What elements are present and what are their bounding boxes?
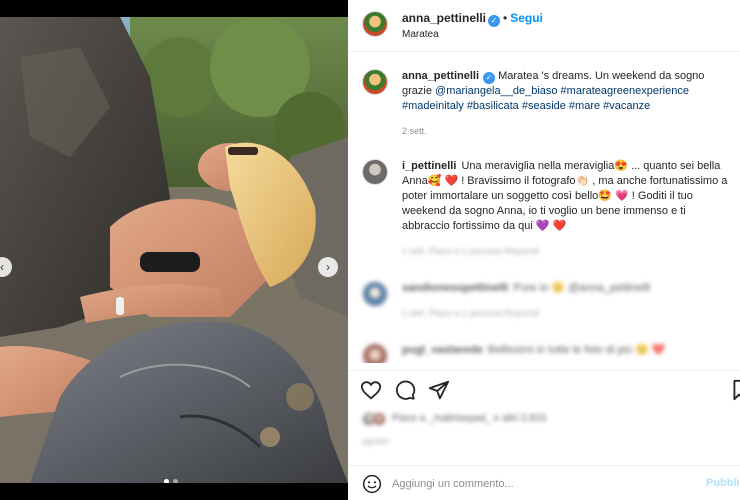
- publish-button[interactable]: Pubblica: [706, 477, 740, 489]
- carousel-indicator: [164, 479, 178, 483]
- author-avatar[interactable]: [362, 69, 388, 95]
- verified-badge-icon: ✓: [488, 15, 501, 27]
- photo-image: [0, 17, 348, 483]
- add-comment-bar: Pubblica: [348, 465, 740, 500]
- heart-icon[interactable]: [360, 379, 382, 401]
- author-username[interactable]: anna_pettinelli: [402, 11, 486, 25]
- commenter-username[interactable]: pugl_vastarede: [402, 344, 483, 356]
- post-photo[interactable]: ‹ ›: [0, 17, 348, 483]
- caption-username[interactable]: anna_pettinelli: [402, 70, 479, 82]
- next-photo-button[interactable]: ›: [318, 257, 338, 277]
- bookmark-icon[interactable]: [732, 379, 740, 401]
- post-side-panel: anna_pettinelli ✓ • Segui Maratea anna_pett…: [348, 0, 740, 500]
- caption-time: 2 sett.: [402, 126, 427, 136]
- separator-dot: •: [503, 11, 508, 25]
- author-avatar[interactable]: [362, 11, 388, 37]
- liker-avatar: [372, 412, 386, 426]
- comment-text: pugl_vastarede Bellissimi in tutte le fo…: [402, 343, 732, 358]
- commenter-avatar[interactable]: [362, 159, 388, 185]
- comments-list[interactable]: anna_pettinelli ✓ Maratea 's dreams. Un w…: [348, 53, 740, 363]
- comment-icon[interactable]: [394, 379, 416, 401]
- verified-badge-icon: ✓: [483, 72, 496, 84]
- follow-button[interactable]: Segui: [510, 11, 543, 25]
- send-icon[interactable]: [428, 379, 450, 401]
- comment-meta[interactable]: 1 sett. Piace a 1 persona Rispondi: [402, 306, 732, 321]
- carousel-dot: [173, 479, 178, 483]
- post-location[interactable]: Maratea: [402, 29, 439, 40]
- action-bar: [348, 370, 740, 404]
- comment-body: Bellissimi in tutte le foto di più 😊 ❤️: [487, 344, 666, 356]
- comment-text: i_pettinelli Una meraviglia nella meravi…: [402, 159, 732, 259]
- comment-body: Pure io 😊 @anna_pettinelli: [513, 282, 651, 294]
- caption-tags[interactable]: @mariangela__de_biaso #marateagreenexper…: [402, 85, 689, 112]
- post-date: agosto: [362, 436, 390, 446]
- comment-meta[interactable]: 1 sett. Piace a 1 persona Rispondi: [402, 244, 732, 259]
- caption-text: anna_pettinelli ✓ Maratea 's dreams. Un w…: [402, 69, 732, 139]
- post-header: anna_pettinelli ✓ • Segui Maratea: [348, 0, 740, 52]
- likes-summary[interactable]: Piace a _maletaspad_ e altri 2.823: [362, 412, 722, 426]
- comment-input[interactable]: [392, 474, 692, 494]
- likes-text: Piace a _maletaspad_ e altri 2.823: [392, 413, 546, 424]
- instagram-post-modal: ‹ › anna_pettinelli ✓ • Segui Maratea anna_…: [0, 0, 740, 500]
- commenter-username[interactable]: sandionesopettinelli: [402, 282, 508, 294]
- commenter-avatar[interactable]: [362, 281, 388, 307]
- commenter-avatar[interactable]: [362, 343, 388, 363]
- emoji-icon[interactable]: [362, 474, 382, 494]
- comment-text: sandionesopettinelli Pure io 😊 @anna_pet…: [402, 281, 732, 321]
- author-line: anna_pettinelli ✓ • Segui: [402, 11, 543, 27]
- carousel-dot: [164, 479, 169, 483]
- commenter-username[interactable]: i_pettinelli: [402, 160, 456, 172]
